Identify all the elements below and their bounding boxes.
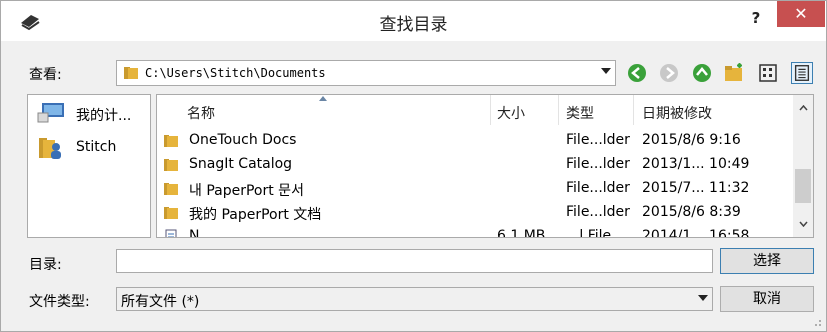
dropdown-arrow-icon (698, 295, 708, 301)
file-name: N... (189, 228, 213, 238)
file-type: File...lder (566, 156, 630, 172)
file-row[interactable]: OneTouch Docs File...lder 2015/8/6 9:16 (157, 129, 793, 153)
file-list-header: 名称 大小 类型 日期被修改 (157, 95, 793, 125)
place-label: Stitch (76, 139, 117, 155)
window-title: 查找目录 (379, 15, 448, 35)
detail-view-button[interactable] (791, 62, 813, 84)
folder-icon (164, 207, 178, 219)
folder-icon (164, 183, 178, 195)
column-header-type[interactable]: 类型 (566, 103, 594, 123)
scroll-down-icon[interactable] (799, 221, 808, 227)
place-user-stitch[interactable]: Stitch (36, 135, 116, 163)
place-my-computer[interactable]: 我的计... (36, 101, 131, 129)
cancel-button[interactable]: 取消 (720, 286, 814, 312)
file-row[interactable]: N... 6.1 MB ...l File 2014/1... 16:58 (157, 225, 793, 238)
look-in-path: C:\Users\Stitch\Documents (145, 66, 326, 80)
look-in-label: 查看: (29, 67, 62, 83)
forward-icon[interactable] (658, 62, 680, 84)
user-folder-icon (39, 138, 61, 159)
file-list[interactable]: 名称 大小 类型 日期被修改 OneTouch Docs File...lder… (156, 94, 814, 238)
select-button[interactable]: 选择 (720, 248, 814, 274)
places-sidebar: 我的计... Stitch (27, 94, 151, 238)
file-modified: 2013/1... 10:49 (642, 156, 750, 172)
place-label: 我的计... (76, 108, 132, 124)
file-row[interactable]: 我的 PaperPort 文档 File...lder 2015/8/6 8:3… (157, 201, 793, 225)
file-type: File...lder (566, 204, 630, 220)
file-modified: 2015/7... 11:32 (642, 180, 750, 196)
computer-icon (37, 103, 64, 123)
list-view-icon[interactable] (757, 62, 779, 84)
help-button[interactable]: ? (741, 5, 771, 31)
detail-view-icon (794, 65, 810, 81)
column-divider[interactable] (558, 95, 559, 125)
column-header-size[interactable]: 大小 (497, 103, 525, 123)
file-type: File...lder (566, 132, 630, 148)
directory-label: 目录: (29, 257, 62, 273)
folder-icon (164, 159, 178, 171)
close-button[interactable]: ✕ (777, 1, 825, 27)
file-modified: 2014/1... 16:58 (642, 228, 750, 238)
up-folder-icon[interactable] (691, 62, 713, 84)
new-folder-icon[interactable] (723, 62, 745, 84)
file-size: 6.1 MB (497, 228, 546, 238)
column-header-name[interactable]: 名称 (187, 103, 215, 123)
file-modified: 2015/8/6 9:16 (642, 132, 741, 148)
document-icon (165, 229, 177, 237)
directory-input[interactable] (116, 249, 713, 273)
file-name: 내 PaperPort 문서 (189, 183, 304, 199)
file-type-label: 文件类型: (29, 294, 90, 310)
file-name: 我的 PaperPort 文档 (189, 207, 322, 223)
column-divider[interactable] (490, 95, 491, 125)
dropdown-arrow-icon (601, 68, 611, 74)
folder-icon (164, 135, 178, 147)
file-row[interactable]: 내 PaperPort 문서 File...lder 2015/7... 11:… (157, 177, 793, 201)
vertical-scrollbar[interactable] (793, 95, 813, 237)
file-type-value: 所有文件 (*) (121, 294, 200, 310)
sort-ascending-icon (319, 96, 327, 101)
folder-icon (124, 67, 138, 79)
back-icon[interactable] (626, 62, 648, 84)
find-directory-dialog: 查找目录 ? ✕ 查看: C:\Users\Stitch\Documents 我… (0, 0, 827, 332)
column-divider[interactable] (633, 95, 634, 125)
title-bar: 查找目录 ? ✕ (1, 1, 826, 41)
scroll-up-icon[interactable] (799, 105, 808, 111)
scrollbar-thumb[interactable] (795, 169, 811, 203)
file-row[interactable]: SnagIt Catalog File...lder 2013/1... 10:… (157, 153, 793, 177)
column-header-modified[interactable]: 日期被修改 (642, 103, 712, 123)
file-name: SnagIt Catalog (189, 156, 293, 172)
file-type: File...lder (566, 180, 630, 196)
file-name: OneTouch Docs (189, 132, 297, 148)
resize-grip-icon[interactable] (812, 317, 822, 327)
file-modified: 2015/8/6 8:39 (642, 204, 741, 220)
look-in-combo[interactable]: C:\Users\Stitch\Documents (116, 60, 616, 86)
file-type-select[interactable]: 所有文件 (*) (116, 287, 713, 311)
file-type: ...l File (566, 228, 612, 238)
